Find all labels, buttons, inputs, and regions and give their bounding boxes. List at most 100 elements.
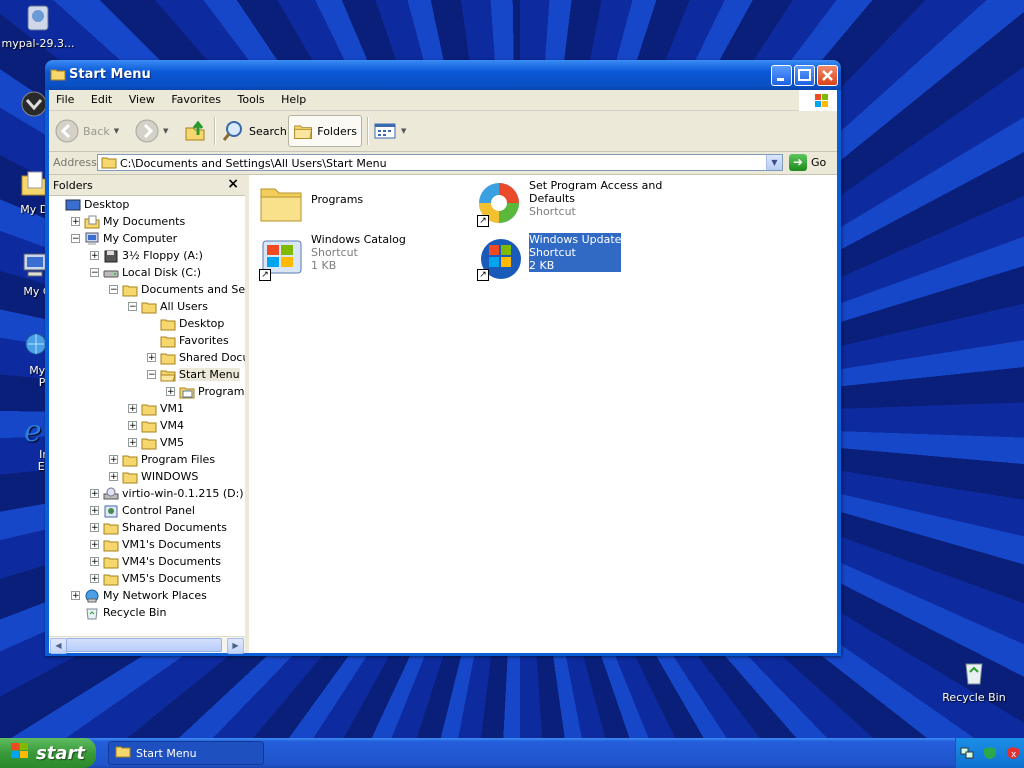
- expand-icon[interactable]: +: [128, 404, 137, 414]
- menu-file[interactable]: File: [49, 90, 80, 106]
- expand-icon[interactable]: +: [90, 489, 99, 499]
- scroll-thumb[interactable]: [66, 638, 222, 652]
- start-button[interactable]: start: [0, 738, 96, 768]
- collapse-icon[interactable]: −: [71, 234, 80, 244]
- expand-icon[interactable]: +: [90, 540, 99, 550]
- views-button[interactable]: ▼: [373, 115, 406, 147]
- tree-item[interactable]: + VM4: [128, 417, 184, 434]
- tree-item[interactable]: + VM1's Documents: [90, 536, 221, 553]
- security-center-icon[interactable]: x: [1006, 746, 1020, 760]
- menu-view[interactable]: View: [122, 90, 161, 106]
- desktop-icon-recycle-bin[interactable]: Recycle Bin: [936, 656, 1012, 704]
- minimize-button[interactable]: [771, 65, 792, 86]
- go-button[interactable]: ➜ Go: [789, 154, 826, 171]
- folder-icon: [141, 436, 157, 450]
- list-item[interactable]: ↗ Windows Catalog Shortcut 1 KB: [257, 233, 406, 281]
- expand-icon[interactable]: +: [71, 217, 80, 227]
- chevron-down-icon[interactable]: ▼: [114, 127, 119, 135]
- update-shield-icon[interactable]: [983, 746, 997, 760]
- expand-icon[interactable]: +: [147, 353, 156, 363]
- expand-icon[interactable]: +: [71, 591, 80, 601]
- scroll-left-button[interactable]: ◀: [50, 638, 67, 654]
- tree-item[interactable]: + Shared Documents: [90, 519, 227, 536]
- close-icon[interactable]: ×: [227, 176, 239, 192]
- item-name: Windows Catalog: [311, 233, 406, 246]
- collapse-icon[interactable]: −: [147, 370, 156, 380]
- shortcut-arrow-icon: ↗: [477, 215, 489, 227]
- tree-item[interactable]: Desktop: [147, 315, 224, 332]
- close-icon: [822, 70, 833, 81]
- tree-item[interactable]: − All Users: [128, 298, 208, 315]
- expand-icon[interactable]: +: [90, 251, 99, 261]
- tree-item[interactable]: − My Computer: [71, 230, 177, 247]
- expand-icon[interactable]: +: [90, 557, 99, 567]
- list-item-selected[interactable]: ↗ Windows Update Shortcut 2 KB: [475, 233, 622, 281]
- tree-item-label: VM4: [160, 419, 185, 432]
- expand-icon[interactable]: +: [128, 421, 137, 431]
- folders-button[interactable]: Folders: [288, 115, 362, 147]
- menu-edit[interactable]: Edit: [84, 90, 118, 106]
- collapse-icon[interactable]: −: [109, 285, 118, 295]
- expand-icon[interactable]: +: [90, 574, 99, 584]
- tree-item[interactable]: + Program Files: [109, 451, 215, 468]
- tree-item[interactable]: + Programs: [166, 383, 245, 400]
- up-folder-button[interactable]: [183, 115, 207, 147]
- toolbar-separator: [214, 117, 216, 145]
- menu-help[interactable]: Help: [274, 90, 312, 106]
- address-input[interactable]: C:\Documents and Settings\All Users\Star…: [97, 154, 783, 171]
- expand-icon[interactable]: +: [90, 523, 99, 533]
- expand-icon[interactable]: +: [109, 455, 118, 465]
- tree-item[interactable]: − Local Disk (C:): [90, 264, 201, 281]
- tree-item[interactable]: Desktop: [52, 196, 129, 213]
- menu-favorites[interactable]: Favorites: [164, 90, 227, 106]
- close-button[interactable]: [817, 65, 838, 86]
- tree-item[interactable]: + VM4's Documents: [90, 553, 221, 570]
- tree-item-label: Desktop: [84, 198, 130, 211]
- tree-item[interactable]: +3½ Floppy (A:): [90, 247, 203, 264]
- tree-item[interactable]: + My Network Places: [71, 587, 207, 604]
- recycle-bin-icon: [84, 606, 100, 620]
- disk-icon: [103, 266, 119, 280]
- list-item[interactable]: ↗ Set Program Access and Defaults Shortc…: [475, 179, 662, 227]
- list-item[interactable]: Programs: [257, 179, 363, 227]
- chevron-down-icon[interactable]: ▼: [401, 127, 406, 135]
- collapse-icon[interactable]: −: [90, 268, 99, 278]
- tree-item[interactable]: + VM5's Documents: [90, 570, 221, 587]
- folder-tree: Desktop + My Documents − My Computer +3½ Flop…: [49, 196, 245, 637]
- tree-item[interactable]: + My Documents: [71, 213, 185, 230]
- chevron-down-icon[interactable]: ▼: [163, 127, 168, 135]
- search-button[interactable]: Search: [221, 115, 287, 147]
- tree-item[interactable]: − Documents and Settings: [109, 281, 245, 298]
- collapse-icon[interactable]: −: [128, 302, 137, 312]
- tree-item[interactable]: + Shared Document: [147, 349, 245, 366]
- tree-item[interactable]: + WINDOWS: [109, 468, 198, 485]
- folders-pane-title: Folders: [53, 179, 93, 192]
- program-access-icon: ↗: [475, 179, 523, 227]
- tree-item[interactable]: Favorites: [147, 332, 229, 349]
- tree-item[interactable]: + VM5: [128, 434, 184, 451]
- menu-tools[interactable]: Tools: [231, 90, 271, 106]
- window-body: File Edit View Favorites Tools Help Back…: [49, 90, 837, 654]
- back-button[interactable]: Back ▼: [55, 115, 119, 147]
- tree-item[interactable]: + virtio-win-0.1.215 (D:): [90, 485, 244, 502]
- expand-icon[interactable]: +: [90, 506, 99, 516]
- tree-item[interactable]: + Control Panel: [90, 502, 195, 519]
- title-bar[interactable]: Start Menu: [45, 60, 841, 90]
- expand-icon[interactable]: +: [166, 387, 175, 397]
- address-dropdown-button[interactable]: ▼: [766, 155, 782, 170]
- scroll-right-button[interactable]: ▶: [227, 638, 244, 654]
- network-connection-icon[interactable]: [960, 746, 974, 760]
- desktop-icon-mypal-installer[interactable]: mypal-29.3...: [0, 2, 76, 50]
- expand-icon[interactable]: +: [128, 438, 137, 448]
- maximize-button[interactable]: [794, 65, 815, 86]
- tree-item[interactable]: + VM1: [128, 400, 184, 417]
- expand-icon[interactable]: +: [109, 472, 118, 482]
- forward-button[interactable]: ▼: [135, 115, 168, 147]
- taskbar-item-start-menu[interactable]: Start Menu: [108, 741, 264, 765]
- tree-item[interactable]: − Start Menu: [147, 366, 240, 383]
- go-label: Go: [811, 156, 827, 169]
- tree-item[interactable]: Recycle Bin: [71, 604, 166, 621]
- horizontal-scrollbar[interactable]: ◀ ▶: [49, 636, 245, 654]
